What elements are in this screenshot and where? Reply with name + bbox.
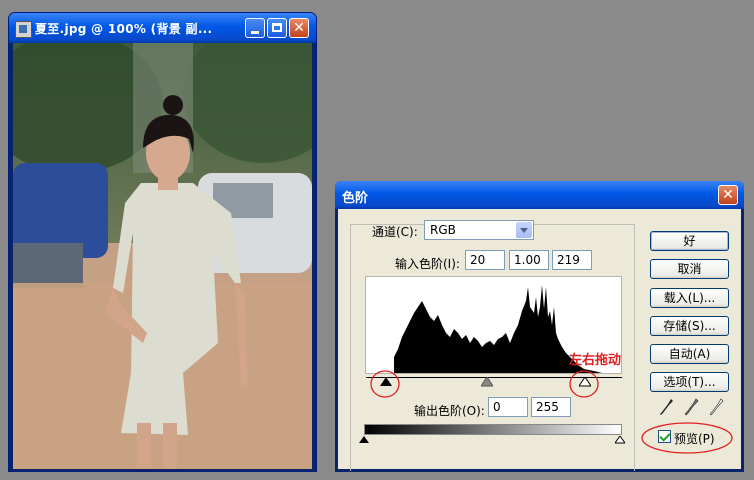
- levels-dialog-titlebar[interactable]: 色阶 ✕: [335, 181, 744, 209]
- white-point-highlight-circle: [569, 370, 599, 398]
- white-eyedropper-icon[interactable]: [710, 398, 724, 416]
- output-levels-label: 输出色阶(O):: [414, 404, 485, 418]
- photoshop-doc-icon: [15, 21, 32, 38]
- output-black-slider[interactable]: [359, 436, 369, 444]
- black-eyedropper-icon[interactable]: [660, 398, 674, 416]
- input-black-field[interactable]: 20: [465, 250, 505, 270]
- document-canvas[interactable]: [13, 43, 312, 469]
- gamma-slider[interactable]: [481, 377, 493, 387]
- output-black-field[interactable]: 0: [488, 397, 528, 417]
- ok-button[interactable]: 好: [650, 231, 729, 251]
- close-icon: ✕: [722, 187, 734, 203]
- preview-highlight-circle: [641, 422, 733, 454]
- image-window-titlebar[interactable]: 夏至.jpg @ 100% (背景 副... ✕: [9, 13, 316, 43]
- image-window: 夏至.jpg @ 100% (背景 副... ✕: [9, 13, 316, 471]
- black-point-highlight-circle: [370, 370, 400, 398]
- cancel-button[interactable]: 取消: [650, 259, 729, 279]
- input-white-field[interactable]: 219: [552, 250, 592, 270]
- load-button[interactable]: 载入(L)...: [650, 288, 729, 308]
- close-icon: ✕: [293, 20, 305, 36]
- output-white-field[interactable]: 255: [531, 397, 571, 417]
- output-gradient-bar: [364, 424, 622, 435]
- dialog-close-button[interactable]: ✕: [718, 185, 738, 205]
- input-gamma-field[interactable]: 1.00: [509, 250, 549, 270]
- maximize-icon: [272, 23, 282, 32]
- output-white-slider[interactable]: [615, 436, 625, 444]
- options-button[interactable]: 选项(T)...: [650, 372, 729, 392]
- minimize-button[interactable]: [245, 18, 265, 38]
- drag-annotation: 左右拖动: [569, 353, 622, 368]
- channel-value: RGB: [430, 223, 456, 237]
- minimize-icon: [251, 31, 259, 34]
- auto-button[interactable]: 自动(A): [650, 344, 729, 364]
- chevron-down-icon[interactable]: [516, 222, 532, 238]
- gray-eyedropper-icon[interactable]: [685, 398, 699, 416]
- channel-select[interactable]: RGB: [424, 220, 534, 240]
- photo-image: [13, 43, 312, 469]
- close-button[interactable]: ✕: [289, 18, 309, 38]
- input-levels-label: 输入色阶(I):: [395, 257, 460, 271]
- levels-dialog-title: 色阶: [342, 191, 369, 206]
- maximize-button[interactable]: [267, 18, 287, 38]
- channel-label: 通道(C):: [372, 225, 418, 239]
- image-window-title: 夏至.jpg @ 100% (背景 副...: [35, 22, 213, 36]
- save-button[interactable]: 存储(S)...: [650, 316, 729, 336]
